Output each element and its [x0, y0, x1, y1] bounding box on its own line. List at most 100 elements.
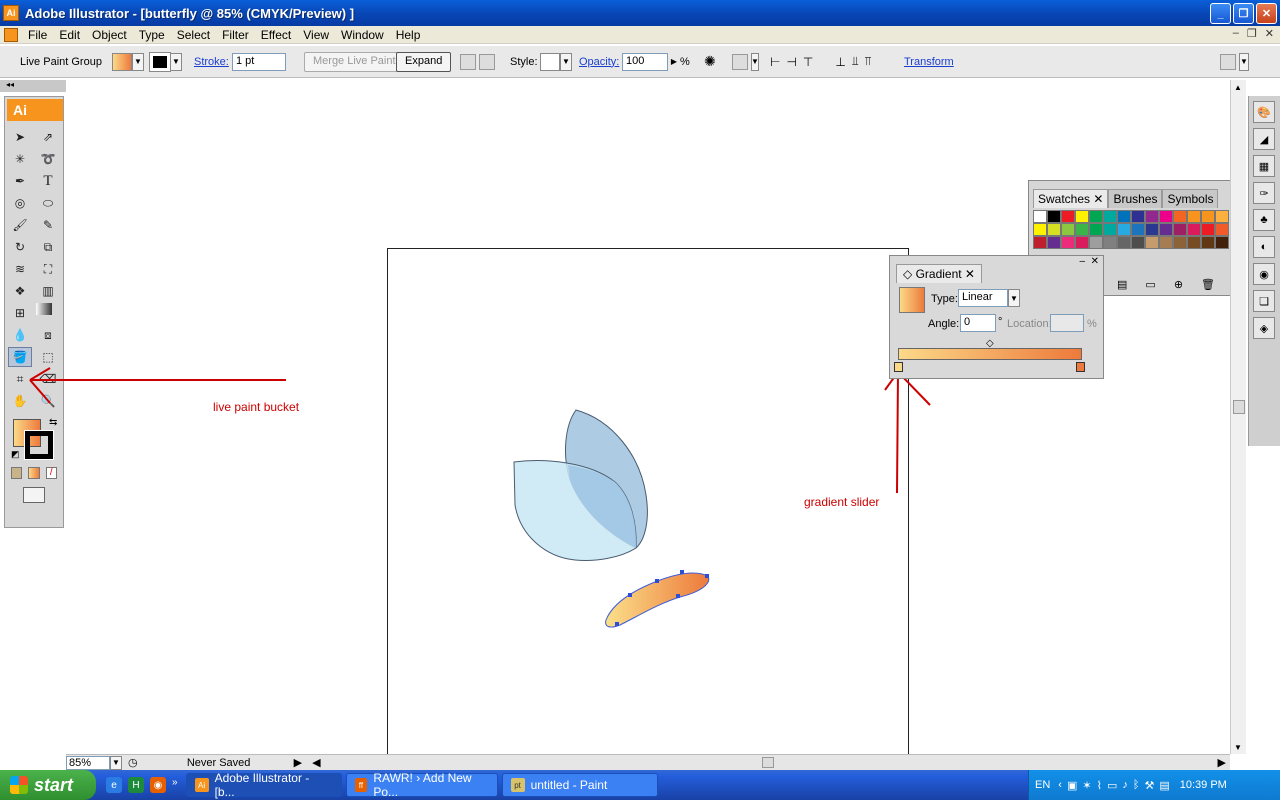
task-illustrator[interactable]: Ai Adobe Illustrator - [b...	[185, 771, 342, 799]
swatch-chip[interactable]	[1187, 236, 1201, 249]
layers-panel-icon[interactable]: ◈	[1253, 317, 1275, 339]
brushes-dock-icon[interactable]: ✑	[1253, 182, 1275, 204]
swatch-chip[interactable]	[1047, 210, 1061, 223]
scroll-right-icon[interactable]: ▶	[1218, 756, 1226, 769]
task-firefox[interactable]: ff RAWR! › Add New Po...	[345, 771, 498, 799]
scroll-left-icon[interactable]: ◀	[312, 756, 320, 769]
gradient-close-icon[interactable]: ✕	[1091, 256, 1099, 267]
transparency-panel-icon[interactable]: ❏	[1253, 290, 1275, 312]
gradient-location-field[interactable]	[1050, 314, 1084, 332]
swatch-chip[interactable]	[1075, 210, 1089, 223]
gradient-type-dropdown-icon[interactable]: ▼	[1008, 289, 1020, 307]
vertical-scrollbar[interactable]: ▲ ▼	[1230, 80, 1246, 754]
swatch-chip[interactable]	[1061, 236, 1075, 249]
task-paint[interactable]: pt untitled - Paint	[501, 773, 658, 797]
swatch-chip[interactable]	[1033, 236, 1047, 249]
language-indicator[interactable]: EN	[1035, 779, 1050, 791]
new-swatch-icon[interactable]: ⊕	[1174, 278, 1183, 291]
swatch-chip[interactable]	[1089, 210, 1103, 223]
zoom-dropdown-icon[interactable]: ▼	[110, 755, 122, 770]
tab-symbols[interactable]: Symbols	[1162, 189, 1219, 208]
quicklaunch-more-icon[interactable]: »	[172, 777, 178, 793]
swatches-dock-icon[interactable]: ▦	[1253, 155, 1275, 177]
internet-explorer-icon[interactable]: e	[106, 777, 122, 793]
swatch-chip[interactable]	[1201, 210, 1215, 223]
butterfly-artwork[interactable]	[0, 0, 1280, 800]
swatch-chip[interactable]	[1103, 210, 1117, 223]
swatch-chip[interactable]	[1159, 210, 1173, 223]
swatch-chip[interactable]	[1047, 236, 1061, 249]
tray-expand-icon[interactable]: ‹	[1058, 779, 1062, 792]
swatch-chip[interactable]	[1131, 210, 1145, 223]
swatch-chip[interactable]	[1187, 210, 1201, 223]
gradient-type-select[interactable]: Linear	[958, 289, 1008, 307]
tray-app-icon[interactable]: ▤	[1159, 779, 1169, 792]
swatch-chip[interactable]	[1173, 223, 1187, 236]
swatch-chip[interactable]	[1187, 223, 1201, 236]
swatch-chip[interactable]	[1215, 236, 1229, 249]
tab-brushes[interactable]: Brushes	[1108, 189, 1163, 208]
delete-swatch-icon[interactable]: 🗑	[1201, 278, 1215, 291]
swatch-chip[interactable]	[1089, 223, 1103, 236]
swatch-chip[interactable]	[1103, 223, 1117, 236]
tray-bluetooth-icon[interactable]: ᛒ	[1133, 779, 1140, 792]
swatch-chip[interactable]	[1117, 236, 1131, 249]
tray-wifi-icon[interactable]: ⌇	[1097, 779, 1102, 792]
swatch-chip[interactable]	[1145, 236, 1159, 249]
swatch-chip[interactable]	[1201, 236, 1215, 249]
horizontal-scroll-thumb[interactable]	[762, 757, 774, 768]
swatch-chip[interactable]	[1061, 223, 1075, 236]
scroll-up-icon[interactable]: ▲	[1231, 80, 1245, 94]
swatch-chip[interactable]	[1173, 210, 1187, 223]
status-info-icon[interactable]: ◷	[128, 756, 138, 769]
swatch-chip[interactable]	[1173, 236, 1187, 249]
swatch-chip[interactable]	[1103, 236, 1117, 249]
swatch-chip[interactable]	[1159, 223, 1173, 236]
swatch-chip[interactable]	[1145, 223, 1159, 236]
swatch-chip[interactable]	[1117, 223, 1131, 236]
swatch-chip[interactable]	[1215, 223, 1229, 236]
swatch-chip[interactable]	[1089, 236, 1103, 249]
swatch-chip[interactable]	[1131, 236, 1145, 249]
tray-monitor-icon[interactable]: ▭	[1107, 779, 1117, 792]
tab-gradient[interactable]: ◇ Gradient ✕	[896, 264, 982, 283]
swatch-chip[interactable]	[1075, 236, 1089, 249]
tab-swatches[interactable]: Swatches ✕	[1033, 189, 1109, 208]
quicklaunch-app-icon[interactable]: H	[128, 777, 144, 793]
swatch-chip[interactable]	[1117, 210, 1131, 223]
gradient-end-stop[interactable]	[1076, 362, 1085, 372]
swatch-chip[interactable]	[1201, 223, 1215, 236]
vertical-scroll-thumb[interactable]	[1233, 400, 1245, 414]
gradient-slider-bar[interactable]	[898, 348, 1082, 360]
firefox-icon[interactable]: ◉	[150, 777, 166, 793]
color-guide-icon[interactable]: ◢	[1253, 128, 1275, 150]
gradient-preview-swatch[interactable]	[899, 287, 925, 313]
color-panel-icon[interactable]: 🎨	[1253, 101, 1275, 123]
gradient-minimize-icon[interactable]: –	[1079, 256, 1085, 267]
swatch-chip[interactable]	[1215, 210, 1229, 223]
swatch-chip[interactable]	[1033, 210, 1047, 223]
swatch-chip[interactable]	[1061, 210, 1075, 223]
graphic-styles-icon[interactable]: ◐	[1253, 236, 1275, 258]
symbols-dock-icon[interactable]: ♣	[1253, 209, 1275, 231]
tray-tool-icon[interactable]: ⚒	[1144, 779, 1154, 792]
tray-star-icon[interactable]: ✶	[1082, 779, 1091, 792]
swatch-chip[interactable]	[1075, 223, 1089, 236]
swatch-chip[interactable]	[1131, 223, 1145, 236]
zoom-field[interactable]: 85%	[66, 755, 110, 770]
swatch-chip[interactable]	[1159, 236, 1173, 249]
new-color-group-icon[interactable]: ▭	[1145, 278, 1155, 291]
tray-network-icon[interactable]: ▣	[1067, 779, 1077, 792]
tray-volume-icon[interactable]: ♪	[1122, 779, 1128, 792]
swatch-chip[interactable]	[1145, 210, 1159, 223]
start-button[interactable]: start	[0, 770, 96, 800]
stroke-panel-icon[interactable]: ◉	[1253, 263, 1275, 285]
swatch-chip[interactable]	[1033, 223, 1047, 236]
gradient-angle-field[interactable]: 0	[960, 314, 996, 332]
scroll-down-icon[interactable]: ▼	[1231, 740, 1245, 754]
tab-swatches-close-icon[interactable]: ✕	[1093, 192, 1103, 206]
swatch-chip[interactable]	[1047, 223, 1061, 236]
status-menu-icon[interactable]: ▶	[294, 756, 302, 769]
gradient-start-stop[interactable]	[894, 362, 903, 372]
swatch-library-icon[interactable]: ▤	[1117, 278, 1127, 291]
